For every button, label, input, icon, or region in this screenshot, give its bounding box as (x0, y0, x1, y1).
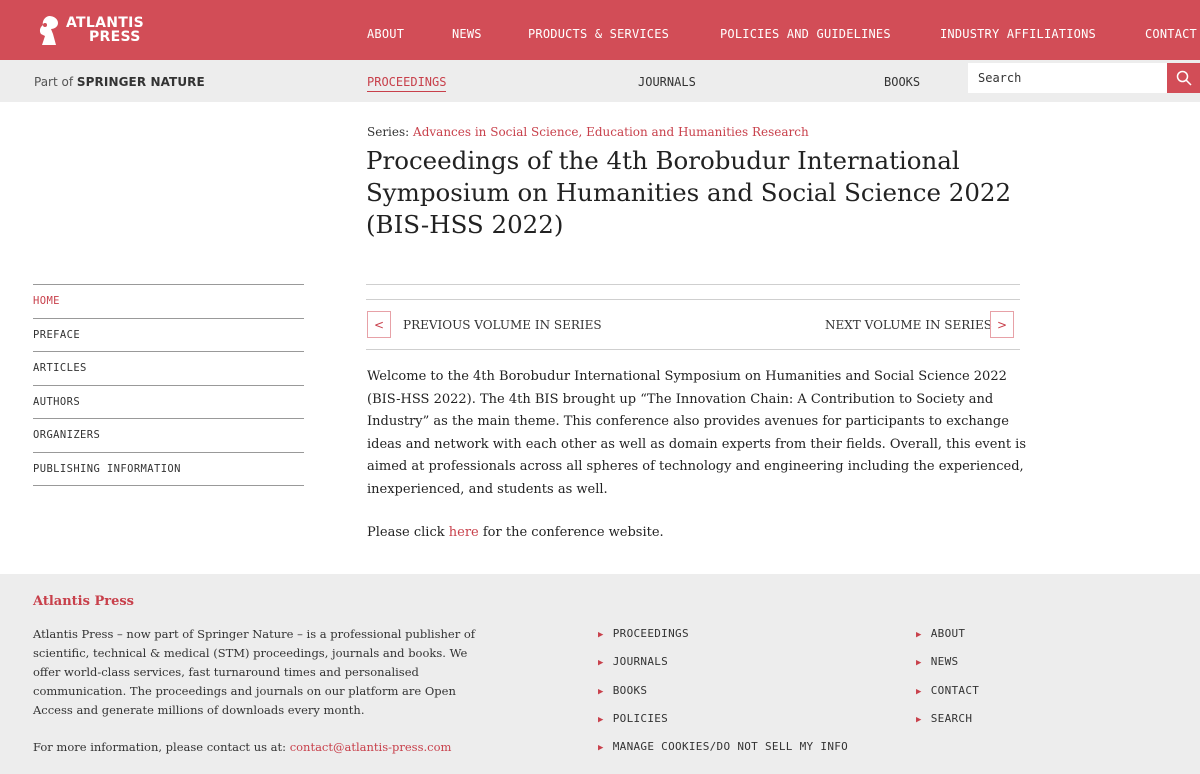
subnav-proceedings[interactable]: PROCEEDINGS (367, 75, 447, 92)
search-icon (1176, 70, 1192, 86)
search-input[interactable] (968, 63, 1168, 93)
triangle-right-icon: ▶ (598, 687, 604, 697)
footer-link-books[interactable]: ▶ BOOKS (598, 684, 647, 697)
divider (366, 284, 1020, 285)
conference-intro: Welcome to the 4th Borobudur Internation… (367, 369, 1027, 497)
footer-link-journals[interactable]: ▶ JOURNALS (598, 655, 668, 668)
proceedings-sidebar: HOME PREFACE ARTICLES AUTHORS ORGANIZERS… (33, 284, 304, 486)
conference-website-line: Please click here for the conference web… (367, 525, 664, 540)
footer-link-label: PROCEEDINGS (612, 627, 689, 640)
search-button[interactable] (1167, 63, 1200, 93)
sidebar-item-preface[interactable]: PREFACE (33, 319, 304, 352)
chevron-left-icon: < (373, 317, 385, 332)
series-line: Series: Advances in Social Science, Educ… (367, 125, 809, 139)
sidebar-item-organizers[interactable]: ORGANIZERS (33, 419, 304, 453)
chevron-right-icon: > (996, 317, 1008, 332)
topnav-products-services[interactable]: PRODUCTS & SERVICES (528, 27, 669, 41)
triangle-right-icon: ▶ (598, 658, 604, 668)
divider (366, 349, 1020, 350)
footer-link-label: MANAGE COOKIES/DO NOT SELL MY INFO (612, 740, 849, 753)
conference-website-link[interactable]: here (449, 525, 479, 540)
triangle-right-icon: ▶ (916, 687, 922, 697)
footer-link-label: NEWS (930, 655, 959, 668)
topnav-about[interactable]: ABOUT (367, 27, 404, 41)
sidebar-item-articles[interactable]: ARTICLES (33, 352, 304, 386)
triangle-right-icon: ▶ (598, 743, 604, 753)
triangle-right-icon: ▶ (598, 630, 604, 640)
topnav-contact[interactable]: CONTACT (1145, 27, 1197, 41)
footer-link-about[interactable]: ▶ ABOUT (916, 627, 965, 640)
atlantis-press-logo[interactable]: ATLANTIS PRESS (36, 14, 146, 48)
divider (366, 299, 1020, 300)
footer: Atlantis Press Atlantis Press – now part… (0, 574, 1200, 774)
footer-link-label: SEARCH (930, 712, 973, 725)
subnav-books[interactable]: BOOKS (884, 75, 920, 89)
triangle-right-icon: ▶ (598, 715, 604, 725)
footer-link-label: BOOKS (612, 684, 648, 697)
footer-title: Atlantis Press (33, 594, 134, 609)
footer-link-label: CONTACT (930, 684, 980, 697)
sidebar-item-publishing-information[interactable]: PUBLISHING INFORMATION (33, 453, 304, 486)
sidebar-item-home[interactable]: HOME (33, 285, 304, 319)
sidebar-item-authors[interactable]: AUTHORS (33, 386, 304, 419)
footer-link-manage-cookies[interactable]: ▶ MANAGE COOKIES/DO NOT SELL MY INFO (598, 740, 848, 753)
logo-line-1: ATLANTIS (66, 15, 145, 31)
prev-volume-link[interactable]: PREVIOUS VOLUME IN SERIES (403, 318, 602, 332)
click-prefix: Please click (367, 525, 445, 540)
triangle-right-icon: ▶ (916, 658, 922, 668)
part-of-brand: SPRINGER NATURE (76, 75, 205, 89)
footer-contact: For more information, please contact us … (33, 740, 451, 754)
footer-link-proceedings[interactable]: ▶ PROCEEDINGS (598, 627, 689, 640)
series-label: Series: (367, 125, 410, 139)
series-link[interactable]: Advances in Social Science, Education an… (413, 125, 809, 139)
triangle-right-icon: ▶ (916, 715, 922, 725)
atlas-figure-icon (39, 16, 58, 45)
logo-line-2: PRESS (89, 29, 141, 45)
next-volume-link[interactable]: NEXT VOLUME IN SERIES (825, 318, 992, 332)
footer-contact-prefix: For more information, please contact us … (33, 740, 287, 754)
springer-nature-brand[interactable]: Part of SPRINGER NATURE (34, 75, 205, 89)
footer-link-label: JOURNALS (612, 655, 669, 668)
next-volume-button[interactable]: > (990, 311, 1014, 338)
footer-link-contact[interactable]: ▶ CONTACT (916, 684, 979, 697)
prev-volume-button[interactable]: < (367, 311, 391, 338)
footer-description: Atlantis Press – now part of Springer Na… (33, 627, 476, 717)
topnav-industry-affiliations[interactable]: INDUSTRY AFFILIATIONS (940, 27, 1096, 41)
subnav-journals[interactable]: JOURNALS (638, 75, 696, 89)
footer-link-news[interactable]: ▶ NEWS (916, 655, 958, 668)
footer-link-label: POLICIES (612, 712, 669, 725)
part-of-prefix: Part of (34, 75, 74, 89)
topnav-news[interactable]: NEWS (452, 27, 482, 41)
footer-link-search[interactable]: ▶ SEARCH (916, 712, 972, 725)
footer-link-policies[interactable]: ▶ POLICIES (598, 712, 668, 725)
footer-contact-email[interactable]: contact@atlantis-press.com (290, 740, 452, 754)
page-title: Proceedings of the 4th Borobudur Interna… (366, 146, 1012, 239)
triangle-right-icon: ▶ (916, 630, 922, 640)
click-suffix: for the conference website. (482, 525, 664, 540)
topnav-policies-guidelines[interactable]: POLICIES AND GUIDELINES (720, 27, 891, 41)
footer-link-label: ABOUT (930, 627, 966, 640)
top-bar: ATLANTIS PRESS ABOUT NEWS PRODUCTS & SER… (0, 0, 1200, 60)
